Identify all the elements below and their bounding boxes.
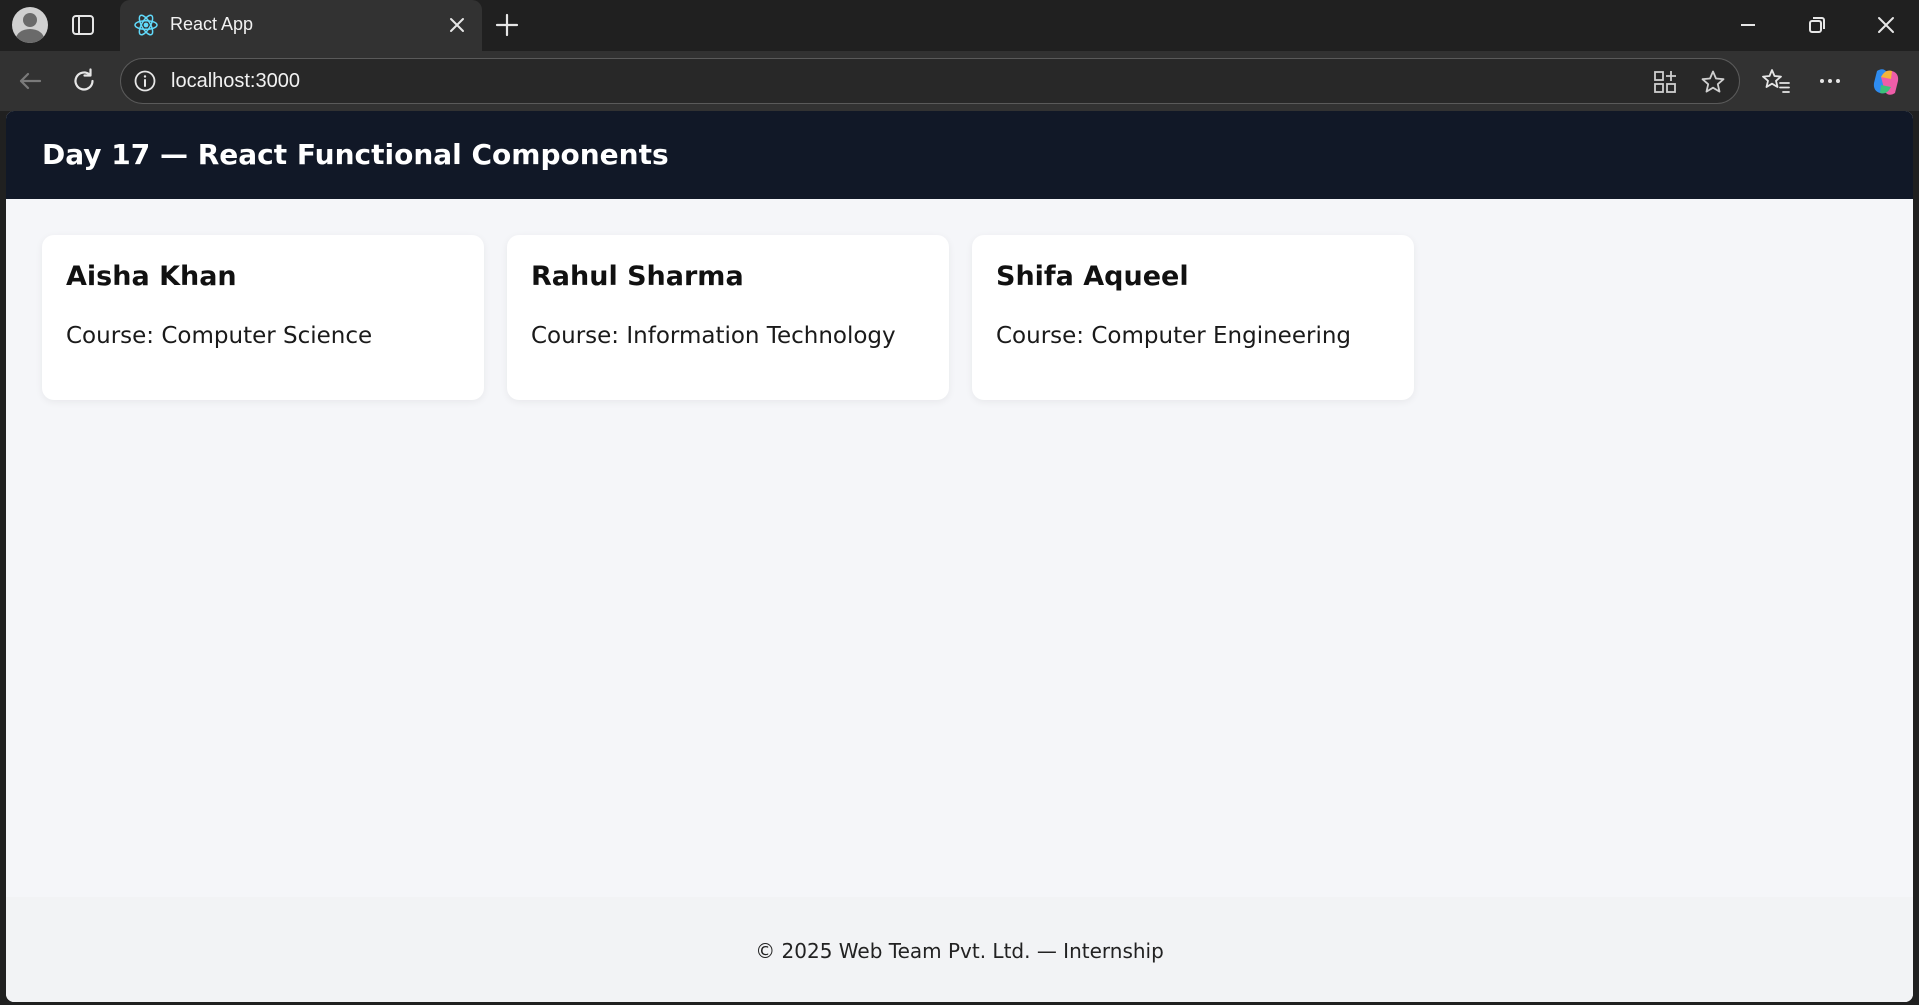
browser-tab-active[interactable]: React App — [120, 0, 482, 51]
back-arrow-icon[interactable] — [14, 65, 46, 97]
favorite-star-icon[interactable] — [1699, 68, 1727, 96]
student-course: Course: Information Technology — [531, 323, 896, 349]
refresh-icon[interactable] — [68, 65, 100, 97]
tab-title: React App — [170, 14, 254, 34]
address-bar[interactable]: localhost:3000 — [120, 58, 1740, 104]
more-options-icon[interactable] — [1814, 65, 1846, 97]
tab-actions-icon[interactable] — [70, 12, 96, 38]
student-card: Rahul Sharma Course: Information Technol… — [507, 235, 949, 400]
browser-toolbar: localhost:3000 — [0, 51, 1919, 111]
student-name: Shifa Aqueel — [996, 261, 1189, 292]
app-header: Day 17 — React Functional Components — [6, 111, 1913, 199]
page-title: Day 17 — React Functional Components — [42, 138, 669, 171]
footer-copyright: © 2025 Web Team Pvt. Ltd. — Internship — [755, 939, 1164, 963]
close-tab-icon[interactable] — [444, 12, 470, 38]
favorites-icon[interactable] — [1760, 65, 1792, 97]
student-card: Aisha Khan Course: Computer Science — [42, 235, 484, 400]
page-viewport: Day 17 — React Functional Components Ais… — [6, 111, 1913, 1002]
react-icon — [132, 11, 160, 39]
close-window-icon[interactable] — [1871, 10, 1901, 40]
app-available-icon[interactable] — [1651, 68, 1679, 96]
student-name: Rahul Sharma — [531, 261, 744, 292]
student-name: Aisha Khan — [66, 261, 237, 292]
student-course: Course: Computer Science — [66, 323, 373, 349]
browser-tab-bar: React App — [0, 0, 1919, 51]
student-card: Shifa Aqueel Course: Computer Engineerin… — [972, 235, 1414, 400]
profile-avatar-icon[interactable] — [12, 7, 48, 43]
new-tab-icon[interactable] — [492, 10, 522, 40]
restore-icon[interactable] — [1802, 10, 1832, 40]
address-bar-url: localhost:3000 — [171, 70, 300, 92]
student-course: Course: Computer Engineering — [996, 323, 1352, 349]
site-info-icon[interactable] — [133, 69, 157, 93]
copilot-icon[interactable] — [1869, 65, 1901, 97]
app-footer: © 2025 Web Team Pvt. Ltd. — Internship — [6, 897, 1913, 1002]
minimize-icon[interactable] — [1733, 10, 1763, 40]
